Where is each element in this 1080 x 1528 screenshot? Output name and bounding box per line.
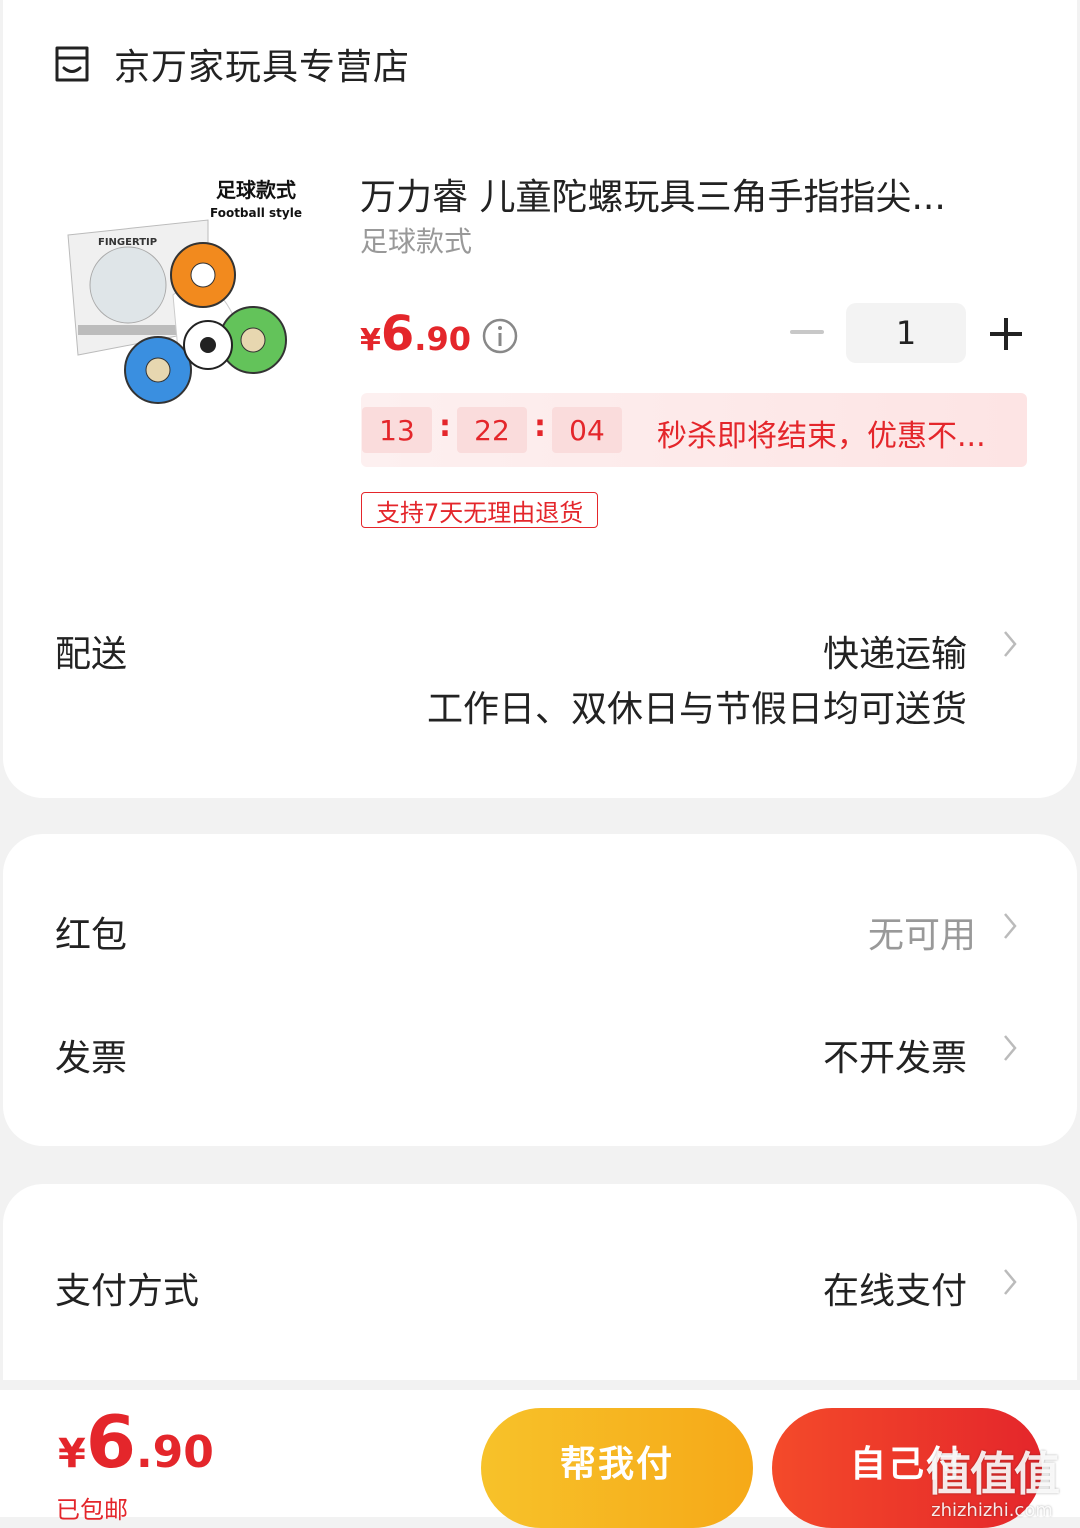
image-caption-en: Football style [210, 206, 302, 220]
countdown-message: 秒杀即将结束，优惠不... [657, 419, 986, 454]
watermark-logo: 值值值 [926, 1447, 1060, 1501]
total-decimal: .90 [135, 1427, 214, 1478]
image-caption-cn: 足球款式 [216, 178, 296, 202]
watermark-url: zhizhizhi.com [931, 1500, 1053, 1521]
countdown-minutes: 22 [457, 407, 527, 453]
options-card [3, 834, 1077, 1146]
red-packet-value: 无可用 [867, 915, 976, 956]
quantity-input[interactable]: 1 [846, 303, 966, 363]
info-icon[interactable] [481, 317, 519, 355]
countdown-seconds: 04 [552, 407, 622, 453]
quantity-increase-button[interactable] [986, 314, 1026, 354]
price-decimal: .90 [414, 320, 471, 358]
countdown-hours: 13 [362, 407, 432, 453]
product-title[interactable]: 万力睿 儿童陀螺玩具三角手指指尖... [360, 168, 1000, 220]
total-currency: ¥ [58, 1431, 86, 1477]
total-integer: 6 [85, 1400, 136, 1484]
product-variant: 足球款式 [360, 225, 473, 258]
price-currency: ¥ [360, 323, 381, 358]
quantity-decrease-button[interactable] [790, 330, 824, 334]
store-name: 京万家玩具专营店 [114, 47, 411, 88]
total-price: ¥ 6 .90 [58, 1400, 214, 1484]
invoice-label: 发票 [55, 1038, 128, 1079]
return-policy-badge: 支持7天无理由退货 [361, 492, 599, 528]
countdown-separator: : [534, 409, 546, 444]
shipping-note: 已包邮 [56, 1496, 128, 1524]
watermark: 值值值 zhizhizhi.com [926, 1438, 1060, 1521]
payment-value: 在线支付 [822, 1271, 967, 1312]
chevron-right-icon [1004, 1269, 1017, 1295]
image-box-text: FINGERTIP [98, 237, 157, 248]
chevron-right-icon [1004, 913, 1017, 939]
red-packet-label: 红包 [55, 915, 128, 956]
payment-label: 支付方式 [55, 1271, 200, 1312]
countdown-separator: : [439, 409, 451, 444]
product-price: ¥ 6 .90 [360, 306, 471, 362]
price-integer: 6 [380, 306, 415, 362]
delivery-note: 工作日、双休日与节假日均可送货 [426, 689, 967, 730]
chevron-right-icon [1004, 1035, 1017, 1061]
invoice-value: 不开发票 [822, 1038, 967, 1079]
delivery-method: 快递运输 [822, 634, 967, 675]
store-icon [55, 46, 89, 82]
delivery-label: 配送 [55, 634, 128, 675]
chevron-right-icon [1004, 631, 1017, 657]
help-pay-button[interactable]: 帮我付 [481, 1408, 753, 1528]
flash-sale-countdown: 13 : 22 : 04 秒杀即将结束，优惠不... [361, 393, 1027, 467]
product-image[interactable]: 足球款式 Football style FINGERTIP [58, 165, 314, 421]
store-header[interactable]: 京万家玩具专营店 [52, 38, 410, 90]
